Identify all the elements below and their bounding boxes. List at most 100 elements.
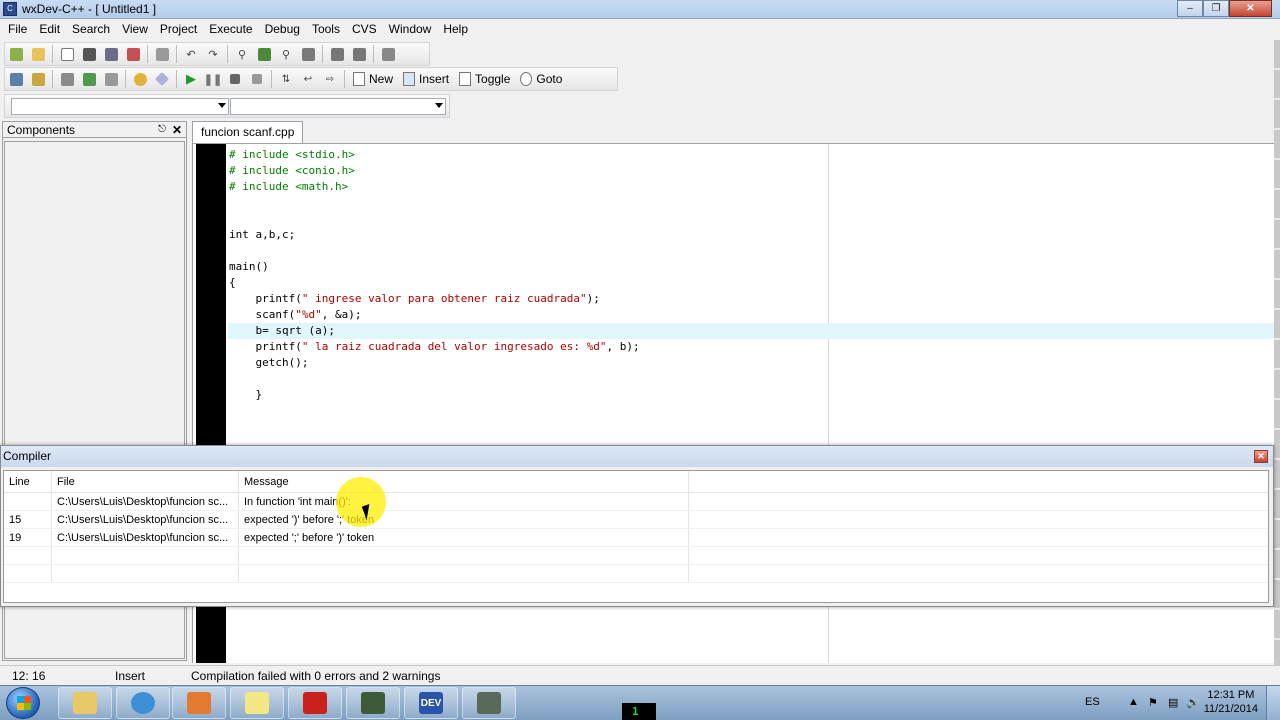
close-button[interactable]: ✕ xyxy=(1229,0,1272,17)
ie-task[interactable] xyxy=(116,687,170,719)
print-icon[interactable] xyxy=(153,45,171,63)
chevron-down-icon xyxy=(218,103,226,108)
code-line: int a,b,c; xyxy=(229,228,296,241)
editor-tabs: funcion scanf.cpp xyxy=(190,121,1280,143)
save-all-icon[interactable] xyxy=(102,45,120,63)
menu-window[interactable]: Window xyxy=(383,19,438,39)
close-icon[interactable]: ✕ xyxy=(1254,450,1268,463)
code-area[interactable]: # include <stdio.h> # include <conio.h> … xyxy=(228,147,1280,403)
code-line: scanf("%d", &a); xyxy=(229,308,362,321)
new-bookmark-button[interactable]: New xyxy=(348,69,398,89)
internet-explorer-icon xyxy=(131,692,155,714)
close-icon[interactable]: ✕ xyxy=(172,122,182,138)
run-icon[interactable]: ▶ xyxy=(182,70,200,88)
member-combo[interactable] xyxy=(230,98,446,115)
column-header-file[interactable]: File xyxy=(52,471,239,492)
explorer-task[interactable] xyxy=(58,687,112,719)
goto-button[interactable]: Goto xyxy=(515,69,567,89)
language-indicator[interactable]: ES xyxy=(1085,696,1100,708)
menu-cvs[interactable]: CVS xyxy=(346,19,383,39)
menu-file[interactable]: File xyxy=(2,19,33,39)
table-row-empty xyxy=(4,565,1268,583)
clean-icon[interactable] xyxy=(80,70,98,88)
step-out-icon[interactable]: ⇨ xyxy=(321,70,339,88)
step-over-icon[interactable]: ⇅ xyxy=(277,70,295,88)
class-browser-bar xyxy=(4,94,450,118)
row-line xyxy=(4,493,52,510)
find-icon[interactable]: ⚲ xyxy=(233,45,251,63)
pause-icon[interactable]: ❚❚ xyxy=(204,70,222,88)
step-icon[interactable] xyxy=(248,70,266,88)
open-icon[interactable] xyxy=(29,45,47,63)
show-hidden-icons-icon[interactable]: ▲ xyxy=(1128,696,1139,708)
insert-mode: Insert xyxy=(115,669,146,683)
menu-tools[interactable]: Tools xyxy=(306,19,346,39)
menu-edit[interactable]: Edit xyxy=(33,19,66,39)
save-icon[interactable] xyxy=(80,45,98,63)
menu-project[interactable]: Project xyxy=(154,19,203,39)
insert-button[interactable]: Insert xyxy=(398,69,454,89)
new-project-icon[interactable] xyxy=(7,45,25,63)
about-icon[interactable] xyxy=(153,70,171,88)
replace-icon[interactable] xyxy=(255,45,273,63)
debug-icon[interactable] xyxy=(102,70,120,88)
add-to-project-icon[interactable] xyxy=(328,45,346,63)
main-toolbar: ↶ ↷ ⚲ ⚲ xyxy=(4,42,430,66)
close-file-icon[interactable] xyxy=(124,45,142,63)
project-options-icon[interactable] xyxy=(379,45,397,63)
compile-icon[interactable] xyxy=(7,70,25,88)
devcpp-task[interactable]: DEV xyxy=(404,687,458,719)
row-line: 19 xyxy=(4,529,52,546)
start-button[interactable] xyxy=(6,687,40,719)
row-line: 15 xyxy=(4,511,52,528)
class-combo[interactable] xyxy=(11,98,229,115)
menu-search[interactable]: Search xyxy=(66,19,116,39)
table-row[interactable]: 15 C:\Users\Luis\Desktop\funcion sc... e… xyxy=(4,511,1268,529)
toggle-icon xyxy=(459,72,472,86)
remove-from-project-icon[interactable] xyxy=(350,45,368,63)
table-row[interactable]: 19 C:\Users\Luis\Desktop\funcion sc... e… xyxy=(4,529,1268,547)
insert-label: Insert xyxy=(419,72,450,86)
step-into-icon[interactable]: ↩ xyxy=(299,70,317,88)
table-row-empty xyxy=(4,547,1268,565)
media-task[interactable] xyxy=(172,687,226,719)
compiler-messages-table[interactable]: Line File Message C:\Users\Luis\Desktop\… xyxy=(3,470,1269,603)
volume-icon[interactable]: 🔊 xyxy=(1186,696,1200,709)
undo-icon[interactable]: ↶ xyxy=(182,45,200,63)
windows-logo-icon xyxy=(17,696,31,710)
menu-help[interactable]: Help xyxy=(437,19,474,39)
row-file: C:\Users\Luis\Desktop\funcion sc... xyxy=(52,529,239,546)
restore-button[interactable]: ❐ xyxy=(1203,0,1229,17)
pdf-task[interactable] xyxy=(288,687,342,719)
insert-icon xyxy=(403,72,416,86)
terminal-task[interactable] xyxy=(346,687,400,719)
table-row[interactable]: C:\Users\Luis\Desktop\funcion sc... In f… xyxy=(4,493,1268,511)
minimize-button[interactable]: – xyxy=(1177,0,1203,17)
find-next-icon[interactable]: ⚲ xyxy=(277,45,295,63)
files-task[interactable] xyxy=(230,687,284,719)
code-line: printf(" la raiz cuadrada del valor ingr… xyxy=(229,340,640,353)
rebuild-icon[interactable] xyxy=(58,70,76,88)
new-file-icon[interactable] xyxy=(58,45,76,63)
toggle-button[interactable]: Toggle xyxy=(454,69,515,89)
column-header-message[interactable]: Message xyxy=(239,471,689,492)
help-icon[interactable] xyxy=(131,70,149,88)
menu-debug[interactable]: Debug xyxy=(259,19,306,39)
action-center-icon[interactable]: ⚑ xyxy=(1148,696,1158,709)
stop-icon[interactable] xyxy=(226,70,244,88)
show-desktop-button[interactable] xyxy=(1266,686,1280,720)
menu-view[interactable]: View xyxy=(116,19,154,39)
clock[interactable]: 12:31 PM 11/21/2014 xyxy=(1204,688,1258,716)
program-task[interactable] xyxy=(462,687,516,719)
network-icon[interactable]: ▤ xyxy=(1168,696,1178,709)
tab-funcion-scanf[interactable]: funcion scanf.cpp xyxy=(192,121,304,143)
column-header-line[interactable]: Line xyxy=(4,471,52,492)
goto-line-icon[interactable] xyxy=(299,45,317,63)
code-line: printf(" ingrese valor para obtener raiz… xyxy=(229,292,600,305)
compile-run-icon[interactable] xyxy=(29,70,47,88)
menu-execute[interactable]: Execute xyxy=(203,19,258,39)
new-page-icon xyxy=(353,72,365,86)
redo-icon[interactable]: ↷ xyxy=(204,45,222,63)
pin-icon[interactable]: ⎋ xyxy=(158,122,166,138)
